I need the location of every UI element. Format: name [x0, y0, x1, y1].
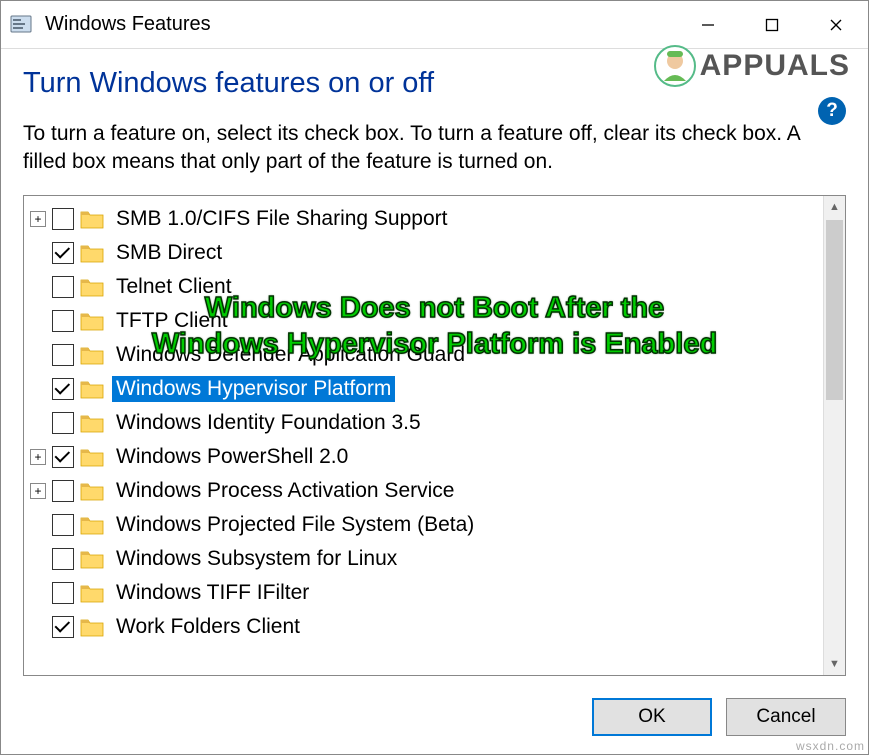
- feature-checkbox[interactable]: [52, 616, 74, 638]
- feature-checkbox[interactable]: [52, 378, 74, 400]
- folder-icon: [80, 379, 104, 399]
- feature-label[interactable]: Windows Identity Foundation 3.5: [112, 410, 425, 436]
- page-description: To turn a feature on, select its check b…: [23, 120, 846, 177]
- feature-item[interactable]: Windows Identity Foundation 3.5: [26, 406, 821, 440]
- feature-checkbox[interactable]: [52, 446, 74, 468]
- folder-icon: [80, 345, 104, 365]
- feature-item[interactable]: + Windows PowerShell 2.0: [26, 440, 821, 474]
- maximize-button[interactable]: [740, 1, 804, 48]
- feature-label[interactable]: Windows Hypervisor Platform: [112, 376, 395, 402]
- titlebar: Windows Features: [1, 1, 868, 49]
- features-tree-container: + SMB 1.0/CIFS File Sharing Support SMB Di…: [23, 195, 846, 676]
- button-row: OK Cancel: [1, 684, 868, 754]
- feature-label[interactable]: Windows Defender Application Guard: [112, 342, 469, 368]
- feature-item[interactable]: + SMB 1.0/CIFS File Sharing Support: [26, 202, 821, 236]
- scroll-down-arrow-icon[interactable]: ▼: [824, 653, 845, 675]
- scrollbar[interactable]: ▲ ▼: [823, 196, 845, 675]
- feature-checkbox[interactable]: [52, 480, 74, 502]
- expand-spacer: [30, 585, 46, 601]
- folder-icon: [80, 243, 104, 263]
- feature-label[interactable]: Work Folders Client: [112, 614, 304, 640]
- content-area: APPUALS Turn Windows features on or off …: [1, 49, 868, 684]
- windows-features-icon: [9, 13, 33, 37]
- folder-icon: [80, 447, 104, 467]
- expand-icon[interactable]: +: [30, 483, 46, 499]
- folder-icon: [80, 481, 104, 501]
- feature-item[interactable]: Windows Subsystem for Linux: [26, 542, 821, 576]
- feature-label[interactable]: SMB Direct: [112, 240, 226, 266]
- feature-item[interactable]: Windows Defender Application Guard: [26, 338, 821, 372]
- feature-label[interactable]: Telnet Client: [112, 274, 236, 300]
- feature-checkbox[interactable]: [52, 412, 74, 434]
- feature-item[interactable]: Windows Projected File System (Beta): [26, 508, 821, 542]
- feature-label[interactable]: TFTP Client: [112, 308, 232, 334]
- ok-button[interactable]: OK: [592, 698, 712, 736]
- feature-checkbox[interactable]: [52, 242, 74, 264]
- feature-checkbox[interactable]: [52, 582, 74, 604]
- scroll-up-arrow-icon[interactable]: ▲: [824, 196, 845, 218]
- feature-item[interactable]: Telnet Client: [26, 270, 821, 304]
- folder-icon: [80, 413, 104, 433]
- feature-item[interactable]: TFTP Client: [26, 304, 821, 338]
- feature-item[interactable]: Work Folders Client: [26, 610, 821, 644]
- feature-checkbox[interactable]: [52, 548, 74, 570]
- expand-icon[interactable]: +: [30, 211, 46, 227]
- expand-spacer: [30, 245, 46, 261]
- features-tree[interactable]: + SMB 1.0/CIFS File Sharing Support SMB Di…: [24, 196, 823, 675]
- window-controls: [676, 1, 868, 48]
- feature-item[interactable]: + Windows Process Activation Service: [26, 474, 821, 508]
- feature-checkbox[interactable]: [52, 276, 74, 298]
- feature-label[interactable]: Windows Process Activation Service: [112, 478, 458, 504]
- feature-label[interactable]: Windows PowerShell 2.0: [112, 444, 352, 470]
- expand-spacer: [30, 347, 46, 363]
- window-title: Windows Features: [45, 13, 676, 36]
- expand-spacer: [30, 517, 46, 533]
- feature-label[interactable]: Windows Subsystem for Linux: [112, 546, 401, 572]
- page-heading: Turn Windows features on or off: [23, 67, 846, 100]
- feature-item[interactable]: Windows Hypervisor Platform: [26, 372, 821, 406]
- feature-checkbox[interactable]: [52, 310, 74, 332]
- folder-icon: [80, 209, 104, 229]
- folder-icon: [80, 277, 104, 297]
- folder-icon: [80, 515, 104, 535]
- minimize-button[interactable]: [676, 1, 740, 48]
- feature-label[interactable]: Windows Projected File System (Beta): [112, 512, 478, 538]
- expand-icon[interactable]: +: [30, 449, 46, 465]
- feature-checkbox[interactable]: [52, 344, 74, 366]
- feature-item[interactable]: Windows TIFF IFilter: [26, 576, 821, 610]
- expand-spacer: [30, 415, 46, 431]
- help-icon[interactable]: ?: [818, 97, 846, 125]
- expand-spacer: [30, 313, 46, 329]
- expand-spacer: [30, 381, 46, 397]
- feature-label[interactable]: SMB 1.0/CIFS File Sharing Support: [112, 206, 451, 232]
- cancel-button[interactable]: Cancel: [726, 698, 846, 736]
- close-button[interactable]: [804, 1, 868, 48]
- feature-label[interactable]: Windows TIFF IFilter: [112, 580, 313, 606]
- feature-item[interactable]: SMB Direct: [26, 236, 821, 270]
- folder-icon: [80, 311, 104, 331]
- expand-spacer: [30, 279, 46, 295]
- feature-checkbox[interactable]: [52, 208, 74, 230]
- expand-spacer: [30, 619, 46, 635]
- window-features-dialog: Windows Features APPUALS Turn Windows fe…: [0, 0, 869, 755]
- scrollbar-thumb[interactable]: [826, 220, 843, 400]
- feature-checkbox[interactable]: [52, 514, 74, 536]
- expand-spacer: [30, 551, 46, 567]
- folder-icon: [80, 583, 104, 603]
- folder-icon: [80, 617, 104, 637]
- folder-icon: [80, 549, 104, 569]
